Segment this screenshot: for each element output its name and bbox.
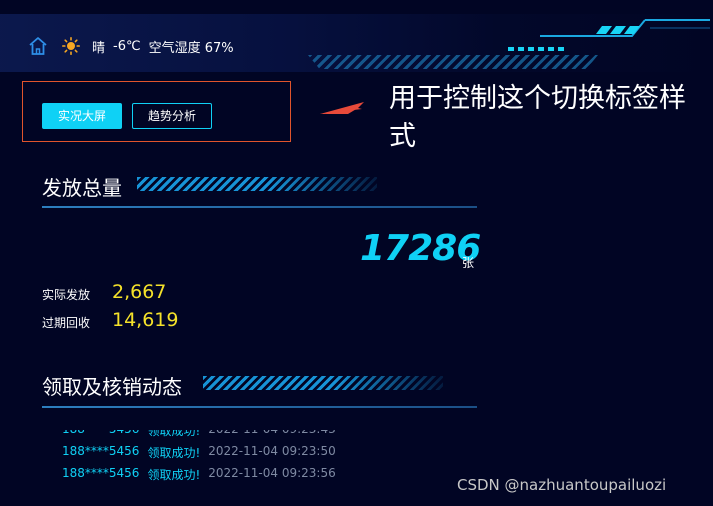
humidity-value: 67% [204, 40, 234, 56]
issuance-underline [42, 206, 477, 208]
humidity: 空气湿度 67% [149, 37, 234, 56]
log-time: 2022-11-04 09:23:43 [208, 430, 335, 444]
weather-condition: 晴 [92, 40, 106, 56]
activity-title: 领取及核销动态 [42, 375, 182, 399]
sun-icon [62, 37, 80, 55]
activity-underline [42, 406, 477, 408]
watermark: CSDN @nazhuantoupailuozi [457, 476, 667, 494]
list-item: 188****5456 领取成功! 2022-11-04 09:23:43 [62, 430, 462, 444]
tab-live-dashboard[interactable]: 实况大屏 [42, 103, 122, 129]
list-item: 188****5456 领取成功! 2022-11-04 09:23:56 [62, 466, 462, 488]
log-time: 2022-11-04 09:23:56 [208, 466, 336, 480]
weather-bar: 晴 -6℃ 空气湿度 67% [28, 36, 234, 56]
total-unit: 张 [462, 256, 475, 270]
header-ornament [508, 19, 710, 51]
log-user: 188****5456 [62, 444, 140, 458]
activity-title-stripes [203, 376, 443, 390]
header-stripes [308, 55, 598, 69]
annotation-text: 用于控制这个切换标签样式 [389, 83, 686, 152]
log-user: 188****5456 [62, 430, 139, 444]
list-item: 188****5456 领取成功! 2022-11-04 09:23:50 [62, 444, 462, 466]
temperature: -6℃ [113, 38, 141, 54]
expired-recycled-value: 14,619 [112, 309, 179, 331]
issuance-title-stripes [137, 177, 377, 191]
log-status: 领取成功! [147, 430, 201, 438]
annotation-arrow-icon [320, 102, 364, 114]
log-status: 领取成功! [147, 468, 201, 482]
actual-issued-label: 实际发放 [42, 288, 91, 302]
log-user: 188****5456 [62, 466, 140, 480]
log-status: 领取成功! [147, 446, 201, 460]
issuance-title: 发放总量 [42, 176, 122, 200]
humidity-label: 空气湿度 [148, 40, 201, 56]
tab-trend-analysis[interactable]: 趋势分析 [132, 103, 212, 129]
log-time: 2022-11-04 09:23:50 [208, 444, 336, 458]
actual-issued-value: 2,667 [112, 281, 167, 303]
home-icon[interactable] [28, 36, 48, 56]
activity-log[interactable]: 188****5456 领取成功! 2022-11-04 09:23:43 18… [62, 430, 462, 506]
expired-recycled-label: 过期回收 [42, 316, 91, 330]
